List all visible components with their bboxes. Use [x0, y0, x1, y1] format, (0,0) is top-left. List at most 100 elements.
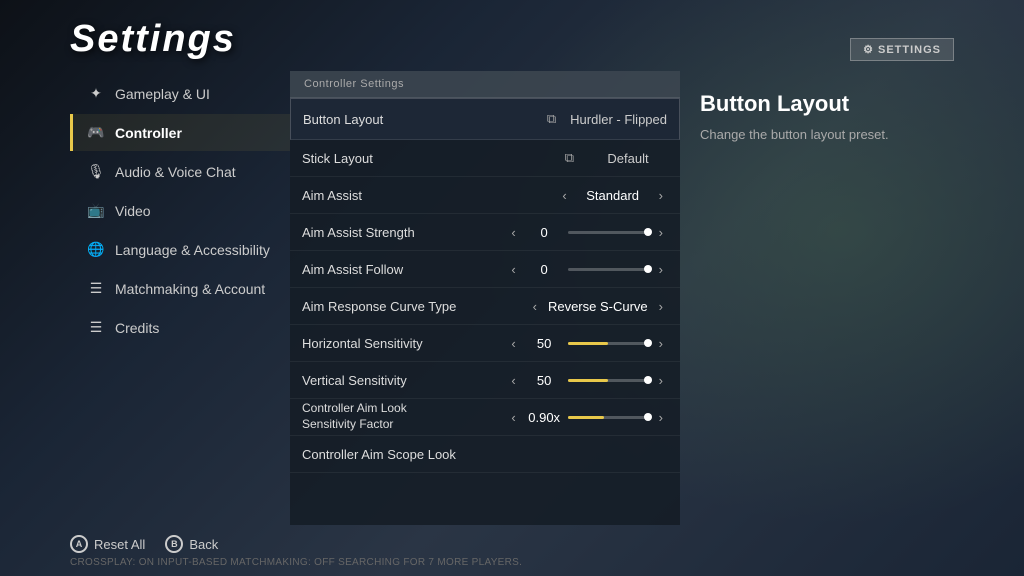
sidebar-icon-credits: ☰: [87, 319, 105, 336]
sidebar-label-credits: Credits: [115, 320, 159, 336]
setting-label-aim-assist-follow: Aim Assist Follow: [302, 262, 506, 277]
setting-row-vertical-sensitivity[interactable]: Vertical Sensitivity‹ 50 ›: [290, 362, 680, 399]
slider-track-aim-assist-follow[interactable]: [568, 268, 648, 271]
back-icon: B: [165, 535, 183, 553]
setting-control-stick-layout: ⧉Default: [508, 150, 668, 166]
setting-value-aim-assist: Standard: [578, 188, 648, 203]
external-link-icon: ⧉: [565, 150, 574, 166]
slider-track-aim-assist-strength[interactable]: [568, 231, 648, 234]
slider-track-horizontal-sensitivity[interactable]: [568, 342, 648, 345]
setting-label-aim-assist-strength: Aim Assist Strength: [302, 225, 506, 240]
sidebar-icon-audio-voice: 🎙: [87, 163, 105, 180]
external-link-icon: ⧉: [547, 111, 556, 127]
setting-control-aim-assist: ‹ Standard ›: [508, 186, 668, 205]
slider-thumb-horizontal-sensitivity: [644, 339, 652, 347]
footer: A Reset All B Back CROSSPLAY: ON INPUT-B…: [0, 525, 1024, 576]
sidebar-icon-video: 📺: [87, 202, 105, 219]
setting-row-aim-scope-look[interactable]: Controller Aim Scope Look: [290, 436, 680, 473]
setting-value-horizontal-sensitivity: 50: [527, 336, 562, 351]
arrow-right-horizontal-sensitivity[interactable]: ›: [654, 334, 668, 353]
sidebar-label-matchmaking: Matchmaking & Account: [115, 281, 265, 297]
sidebar-label-video: Video: [115, 203, 151, 219]
info-description: Change the button layout preset.: [700, 125, 910, 145]
setting-control-aim-assist-strength: ‹ 0 ›: [506, 223, 668, 242]
footer-status: CROSSPLAY: ON INPUT-BASED MATCHMAKING: O…: [70, 557, 954, 568]
slider-thumb-aim-assist-follow: [644, 265, 652, 273]
sidebar-label-language: Language & Accessibility: [115, 242, 270, 258]
arrow-left-vertical-sensitivity[interactable]: ‹: [506, 371, 520, 390]
setting-label-aim-look-factor: Controller Aim LookSensitivity Factor: [302, 401, 506, 432]
setting-row-aim-assist[interactable]: Aim Assist ‹ Standard ›: [290, 177, 680, 214]
panel-header: Controller Settings: [290, 71, 680, 98]
arrow-right-aim-assist-strength[interactable]: ›: [654, 223, 668, 242]
sidebar-item-gameplay-ui[interactable]: ✦Gameplay & UI: [70, 75, 290, 112]
arrow-right-aim-assist-follow[interactable]: ›: [654, 260, 668, 279]
reset-all-button[interactable]: A Reset All: [70, 535, 145, 553]
reset-icon: A: [70, 535, 88, 553]
setting-value-aim-assist-follow: 0: [527, 262, 562, 277]
arrow-left-aim-look-factor[interactable]: ‹: [506, 408, 520, 427]
sidebar-item-credits[interactable]: ☰ Credits: [70, 309, 290, 346]
setting-row-aim-assist-follow[interactable]: Aim Assist Follow‹ 0 ›: [290, 251, 680, 288]
slider-fill-aim-look-factor: [568, 416, 604, 419]
sidebar-label-audio-voice: Audio & Voice Chat: [115, 164, 236, 180]
back-button[interactable]: B Back: [165, 535, 218, 553]
slider-thumb-aim-assist-strength: [644, 228, 652, 236]
setting-value-aim-look-factor: 0.90x: [527, 410, 562, 425]
setting-control-horizontal-sensitivity: ‹ 50 ›: [506, 334, 668, 353]
info-title: Button Layout: [700, 91, 910, 117]
arrow-left-aim-assist-follow[interactable]: ‹: [506, 260, 520, 279]
arrow-left-aim-assist[interactable]: ‹: [557, 186, 571, 205]
arrow-left-aim-assist-strength[interactable]: ‹: [506, 223, 520, 242]
setting-label-button-layout: Button Layout: [303, 112, 507, 127]
arrow-right-aim-look-factor[interactable]: ›: [654, 408, 668, 427]
setting-label-aim-response-curve: Aim Response Curve Type: [302, 299, 508, 314]
settings-list: Button Layout ⧉ Hurdler - Flipped Stick Lay…: [290, 98, 680, 525]
setting-value-aim-response-curve: Reverse S-Curve: [548, 299, 648, 314]
arrow-right-vertical-sensitivity[interactable]: ›: [654, 371, 668, 390]
sidebar-item-matchmaking[interactable]: ☰ Matchmaking & Account: [70, 270, 290, 307]
settings-panel: Controller Settings Button Layout ⧉ Hurdle…: [290, 71, 680, 525]
setting-label-vertical-sensitivity: Vertical Sensitivity: [302, 373, 506, 388]
setting-row-aim-assist-strength[interactable]: Aim Assist Strength‹ 0 ›: [290, 214, 680, 251]
slider-track-vertical-sensitivity[interactable]: [568, 379, 648, 382]
setting-control-aim-assist-follow: ‹ 0 ›: [506, 260, 668, 279]
page-title: Settings: [70, 18, 236, 61]
sidebar-icon-language: 🌐: [87, 241, 105, 258]
sidebar-item-audio-voice[interactable]: 🎙 Audio & Voice Chat: [70, 153, 290, 190]
setting-control-aim-response-curve: ‹ Reverse S-Curve ›: [508, 297, 668, 316]
arrow-right-aim-response-curve[interactable]: ›: [654, 297, 668, 316]
slider-fill-horizontal-sensitivity: [568, 342, 608, 345]
setting-label-horizontal-sensitivity: Horizontal Sensitivity: [302, 336, 506, 351]
setting-label-aim-scope-look: Controller Aim Scope Look: [302, 447, 668, 462]
setting-label-stick-layout: Stick Layout: [302, 151, 508, 166]
slider-thumb-vertical-sensitivity: [644, 376, 652, 384]
arrow-left-horizontal-sensitivity[interactable]: ‹: [506, 334, 520, 353]
sidebar-item-video[interactable]: 📺 Video: [70, 192, 290, 229]
setting-control-vertical-sensitivity: ‹ 50 ›: [506, 371, 668, 390]
setting-row-aim-look-factor[interactable]: Controller Aim LookSensitivity Factor‹ 0.…: [290, 399, 680, 436]
slider-fill-vertical-sensitivity: [568, 379, 608, 382]
slider-thumb-aim-look-factor: [644, 413, 652, 421]
sidebar: ✦Gameplay & UI🎮Controller 🎙 Audio & Voice …: [70, 71, 290, 525]
sidebar-label-gameplay-ui: Gameplay & UI: [115, 86, 210, 102]
setting-value-button-layout: Hurdler - Flipped: [570, 112, 667, 127]
setting-row-button-layout[interactable]: Button Layout ⧉ Hurdler - Flipped: [290, 98, 680, 140]
info-panel: Button Layout Change the button layout p…: [680, 71, 930, 525]
setting-control-button-layout: ⧉ Hurdler - Flipped: [507, 111, 667, 127]
arrow-right-aim-assist[interactable]: ›: [654, 186, 668, 205]
setting-label-aim-assist: Aim Assist: [302, 188, 508, 203]
setting-row-horizontal-sensitivity[interactable]: Horizontal Sensitivity‹ 50 ›: [290, 325, 680, 362]
settings-badge: ⚙ SETTINGS: [850, 38, 954, 61]
setting-row-aim-response-curve[interactable]: Aim Response Curve Type ‹ Reverse S-Curve ›: [290, 288, 680, 325]
setting-control-aim-look-factor: ‹ 0.90x ›: [506, 408, 668, 427]
setting-value-aim-assist-strength: 0: [527, 225, 562, 240]
sidebar-item-language[interactable]: 🌐 Language & Accessibility: [70, 231, 290, 268]
slider-track-aim-look-factor[interactable]: [568, 416, 648, 419]
sidebar-icon-matchmaking: ☰: [87, 280, 105, 297]
setting-value-vertical-sensitivity: 50: [527, 373, 562, 388]
arrow-left-aim-response-curve[interactable]: ‹: [528, 297, 542, 316]
sidebar-icon-controller: 🎮: [87, 124, 105, 141]
setting-row-stick-layout[interactable]: Stick Layout⧉Default: [290, 140, 680, 177]
sidebar-item-controller[interactable]: 🎮Controller: [70, 114, 290, 151]
